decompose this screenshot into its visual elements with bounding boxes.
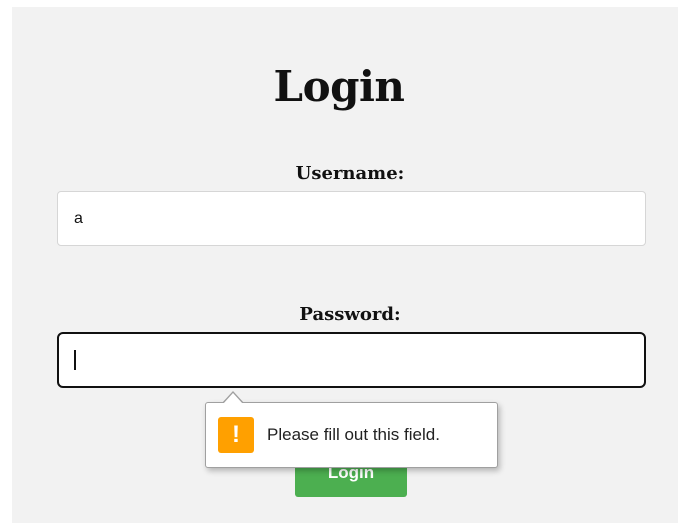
username-input[interactable]: a	[57, 191, 646, 246]
tooltip-arrow-fill	[223, 393, 243, 404]
username-value: a	[74, 209, 83, 227]
username-label: Username:	[295, 163, 405, 184]
validation-message: Please fill out this field.	[267, 425, 440, 444]
page-title: Login	[273, 62, 405, 111]
text-caret	[74, 350, 76, 370]
validation-tooltip: ! Please fill out this field.	[205, 402, 498, 468]
warning-icon: !	[218, 417, 254, 453]
password-label: Password:	[299, 304, 401, 325]
password-input[interactable]	[57, 332, 646, 388]
